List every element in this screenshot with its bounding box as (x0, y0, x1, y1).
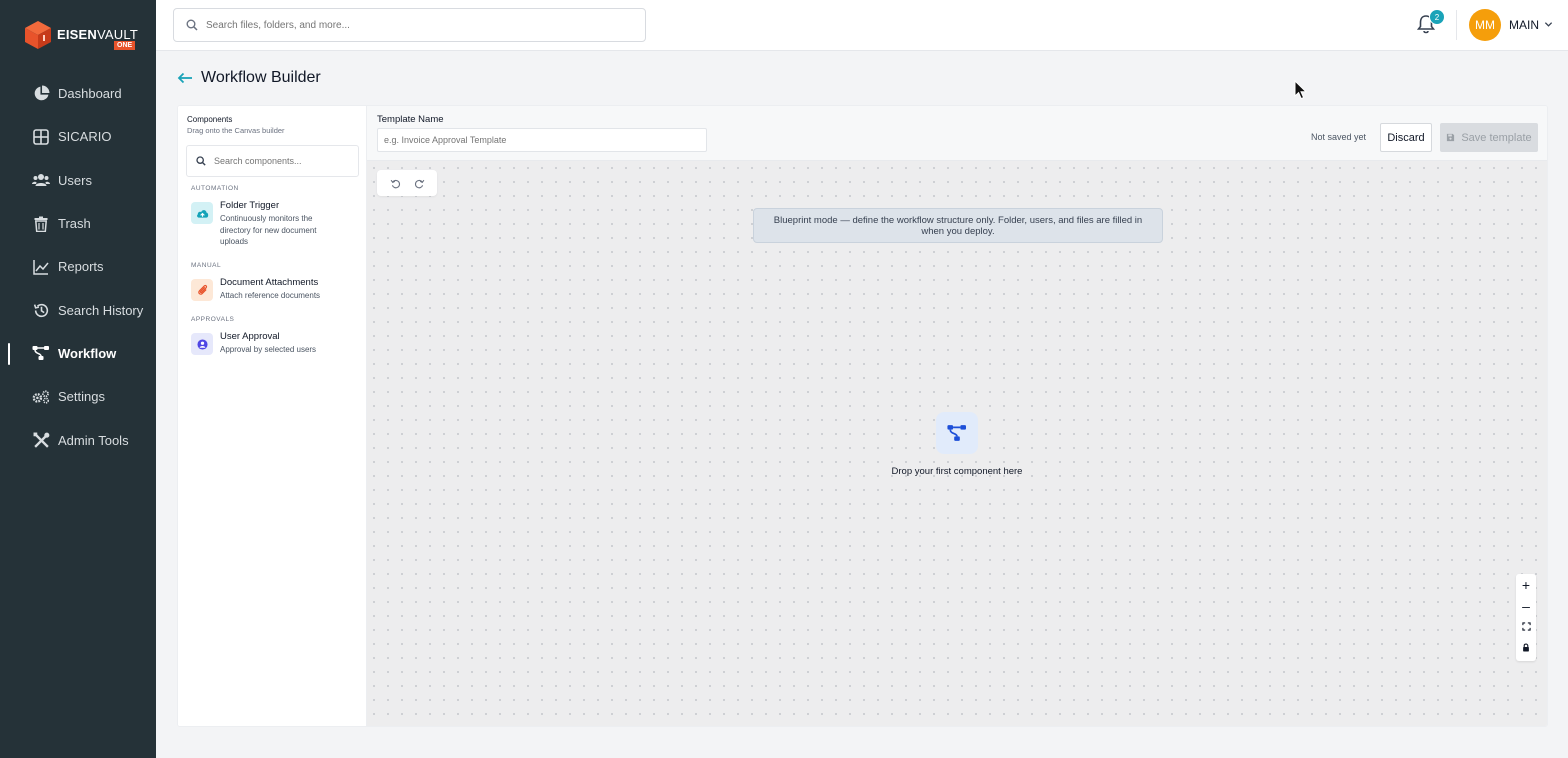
template-name-label: Template Name (377, 114, 444, 125)
components-subtitle: Drag onto the Canvas builder (187, 126, 285, 135)
components-panel: Components Drag onto the Canvas builder … (178, 106, 367, 726)
template-name-input[interactable] (377, 128, 707, 152)
undo-icon[interactable] (390, 178, 401, 189)
sidebar-item-reports[interactable]: Reports (0, 245, 156, 288)
sidebar-item-admin-tools[interactable]: Admin Tools (0, 418, 156, 461)
save-status: Not saved yet (1311, 132, 1367, 142)
component-folder-trigger[interactable]: Folder Trigger Continuously monitors the… (191, 200, 361, 248)
group-label-manual: MANUAL (191, 262, 222, 269)
cloud-upload-icon (191, 202, 213, 224)
component-name: Document Attachments (220, 277, 319, 288)
notification-badge: 2 (1429, 9, 1445, 25)
fit-view-button[interactable] (1516, 616, 1536, 637)
sidebar-item-label: Trash (58, 216, 91, 232)
account-label[interactable]: MAIN (1509, 18, 1539, 32)
component-document-attachments[interactable]: Document Attachments Attach reference do… (191, 277, 361, 302)
page-title: Workflow Builder (201, 69, 321, 86)
sidebar-item-trash[interactable]: Trash (0, 202, 156, 245)
workflow-canvas[interactable]: Blueprint mode — define the workflow str… (367, 161, 1547, 726)
trash-icon (32, 215, 50, 233)
global-search[interactable] (173, 8, 646, 42)
sidebar-item-label: Users (58, 172, 92, 188)
component-description: Approval by selected users (220, 345, 317, 354)
components-search[interactable] (186, 145, 359, 177)
lock-icon (1523, 643, 1529, 652)
redo-icon[interactable] (414, 178, 425, 189)
save-template-button[interactable]: Save template (1440, 123, 1538, 152)
sidebar-item-label: Admin Tools (58, 432, 129, 448)
back-arrow-icon[interactable] (177, 70, 193, 86)
zoom-out-button[interactable]: – (1516, 595, 1536, 616)
discard-button[interactable]: Discard (1380, 123, 1432, 152)
user-circle-icon (191, 333, 213, 355)
sidebar-item-label: Workflow (58, 345, 117, 361)
pie-chart-icon (32, 85, 50, 103)
component-name: Folder Trigger (220, 200, 280, 211)
gears-icon (32, 388, 50, 406)
search-icon (186, 19, 198, 31)
tools-icon (32, 431, 50, 449)
search-icon (196, 156, 206, 166)
line-chart-icon (32, 258, 50, 276)
save-icon (1447, 133, 1455, 142)
sidebar-item-dashboard[interactable]: Dashboard (0, 72, 156, 115)
empty-canvas-text: Drop your first component here (891, 466, 1023, 477)
brand-suffix: ONE (114, 41, 136, 50)
global-search-input[interactable] (206, 19, 606, 31)
lock-button[interactable] (1516, 637, 1536, 658)
components-title: Components (187, 115, 233, 124)
avatar[interactable]: MM (1469, 9, 1501, 41)
sidebar-item-workflow[interactable]: Workflow (0, 332, 156, 375)
component-description: Attach reference documents (220, 291, 321, 300)
component-name: User Approval (220, 331, 280, 342)
cube-logo-icon (25, 21, 51, 49)
mouse-cursor-icon (1294, 80, 1308, 100)
workflow-builder: Components Drag onto the Canvas builder … (177, 105, 1548, 727)
fit-view-icon (1521, 622, 1531, 631)
history-icon (32, 301, 50, 319)
save-template-label: Save template (1461, 131, 1532, 144)
component-user-approval[interactable]: User Approval Approval by selected users (191, 331, 361, 356)
brand-logo[interactable]: EISENVAULT ONE (24, 18, 138, 52)
chevron-down-icon[interactable] (1544, 20, 1553, 29)
blueprint-notice: Blueprint mode — define the workflow str… (753, 208, 1163, 243)
sidebar-item-search-history[interactable]: Search History (0, 288, 156, 331)
sidebar-item-label: Dashboard (58, 86, 122, 102)
sidebar-item-label: SICARIO (58, 129, 112, 145)
sidebar-item-label: Search History (58, 302, 144, 318)
sidebar-item-users[interactable]: Users (0, 159, 156, 202)
users-icon (32, 171, 50, 189)
group-label-approvals: APPROVALS (191, 316, 235, 323)
group-label-automation: AUTOMATION (191, 185, 239, 192)
sidebar-item-label: Settings (58, 389, 105, 405)
workflow-icon (32, 344, 50, 362)
workflow-placeholder-icon (936, 412, 978, 454)
sidebar: EISENVAULT ONE Dashboard SICARIO Users T… (0, 0, 156, 758)
sidebar-item-settings[interactable]: Settings (0, 375, 156, 418)
brand-name: EISENVAULT (57, 27, 138, 42)
template-toolbar: Template Name Not saved yet Discard Save… (367, 106, 1547, 161)
components-search-input[interactable] (214, 156, 354, 166)
zoom-controls: + – (1516, 574, 1536, 661)
sidebar-nav: Dashboard SICARIO Users Trash Reports Se… (0, 72, 156, 462)
paperclip-icon (191, 279, 213, 301)
grid-icon (32, 128, 50, 146)
top-header: 2 MM MAIN (156, 0, 1568, 51)
header-divider (1456, 10, 1457, 40)
sidebar-item-sicario[interactable]: SICARIO (0, 115, 156, 158)
component-description: Continuously monitors the directory for … (220, 214, 317, 246)
sidebar-item-label: Reports (58, 259, 104, 275)
zoom-in-button[interactable]: + (1516, 574, 1536, 595)
undo-redo-group (377, 170, 437, 196)
